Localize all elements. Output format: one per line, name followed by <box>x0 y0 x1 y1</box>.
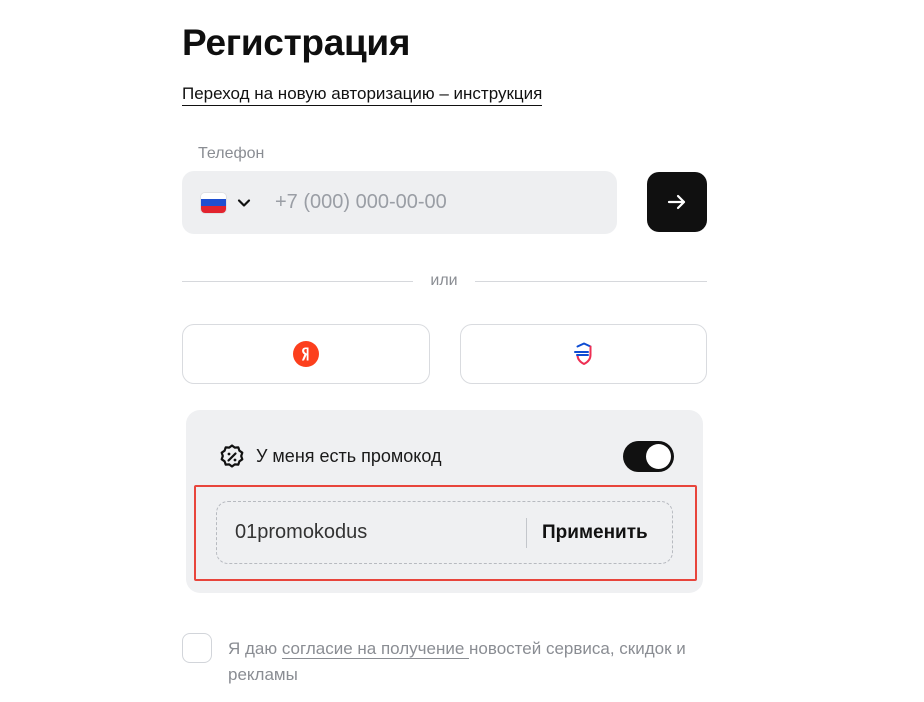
consent-link[interactable]: согласие на получение <box>281 639 470 659</box>
yandex-logo-icon <box>293 341 319 367</box>
consent-prefix: Я даю <box>228 639 282 658</box>
promo-toggle[interactable] <box>623 441 674 472</box>
phone-field <box>182 171 617 234</box>
registration-page: Регистрация Переход на новую авторизацию… <box>0 0 924 702</box>
submit-phone-button[interactable] <box>647 172 707 232</box>
promo-label: У меня есть промокод <box>256 445 442 466</box>
consent-checkbox[interactable] <box>182 633 212 663</box>
phone-label: Телефон <box>198 145 265 162</box>
promo-badge-icon <box>220 444 244 468</box>
gosuslugi-logo-icon <box>573 342 591 365</box>
chevron-down-icon <box>237 198 251 207</box>
gosuslugi-login-button[interactable] <box>460 324 707 384</box>
new-auth-instruction-link[interactable]: Переход на новую авторизацию – инструкци… <box>182 84 543 106</box>
consent-text: Я даю согласие на получение новостей сер… <box>228 636 688 688</box>
phone-input[interactable] <box>275 191 575 214</box>
country-code-select[interactable] <box>201 171 251 234</box>
arrow-right-icon <box>667 194 686 210</box>
toggle-knob <box>646 444 671 469</box>
divider-line-left <box>182 281 413 282</box>
russia-flag-icon <box>201 192 226 213</box>
promo-header: У меня есть промокод <box>218 442 442 470</box>
yandex-login-button[interactable] <box>182 324 430 384</box>
divider-line-right <box>475 281 707 282</box>
page-title: Регистрация <box>182 22 411 63</box>
highlight-frame <box>194 485 697 581</box>
divider-text: или <box>430 272 458 289</box>
